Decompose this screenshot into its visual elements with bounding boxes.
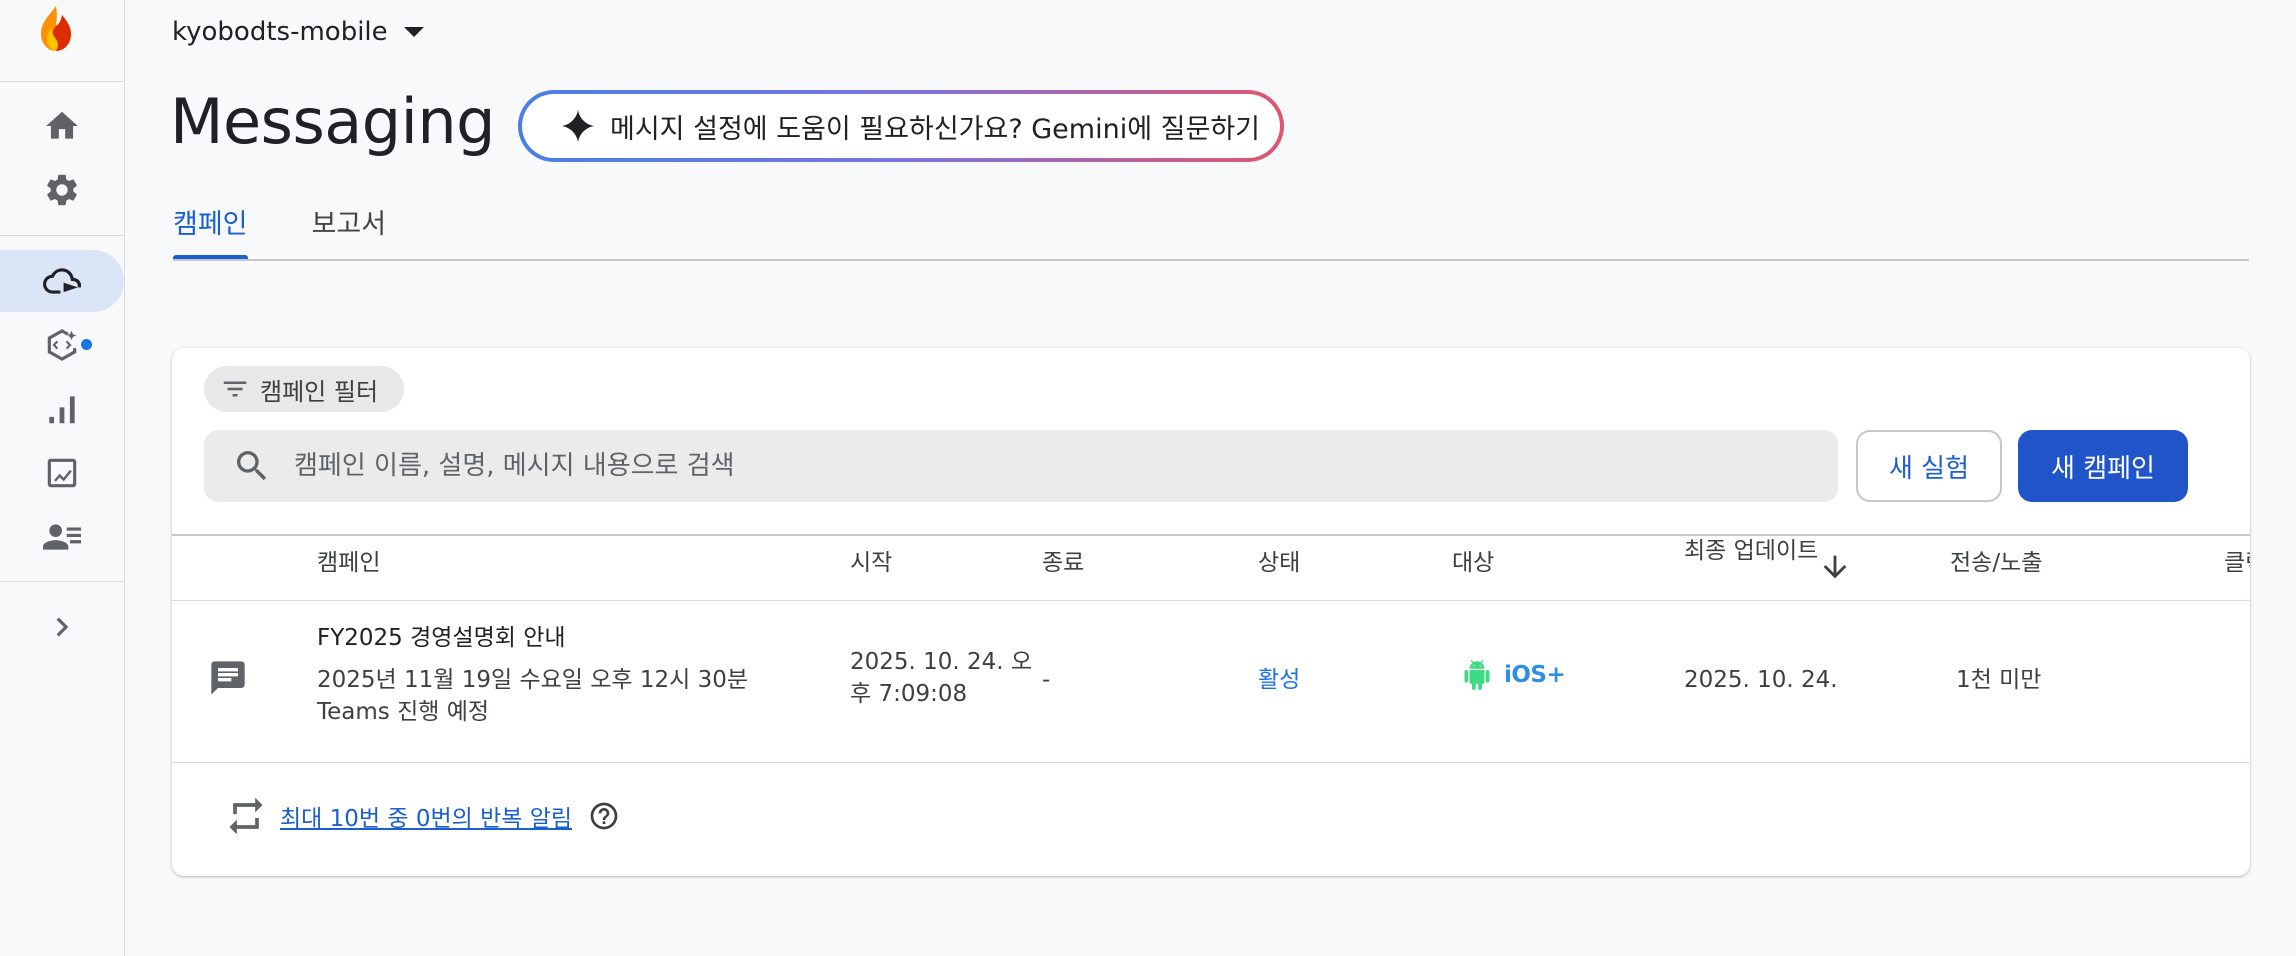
new-campaign-button[interactable]: 새 캠페인 bbox=[2018, 430, 2188, 502]
status-badge: 활성 bbox=[1258, 667, 1301, 693]
repeat-icon bbox=[229, 797, 263, 835]
table-top-border bbox=[172, 534, 2250, 536]
message-icon bbox=[211, 661, 245, 695]
sparkle-icon bbox=[561, 109, 595, 143]
left-nav-rail bbox=[0, 0, 125, 956]
column-header-status[interactable]: 상태 bbox=[1258, 548, 1300, 578]
nav-extensions[interactable] bbox=[0, 314, 124, 376]
home-icon bbox=[46, 111, 78, 139]
column-header-end[interactable]: 종료 bbox=[1042, 548, 1084, 578]
campaign-sent: 1천 미만 bbox=[1956, 667, 2042, 693]
repeat-notification-row: 최대 10번 중 0번의 반복 알림 bbox=[224, 794, 620, 838]
column-header-campaign: 캠페인 bbox=[317, 550, 381, 576]
column-header-sent[interactable]: 전송/노출 bbox=[1950, 548, 2042, 578]
column-header-updated[interactable]: 최종 업데이트 bbox=[1684, 536, 1824, 566]
column-header-start[interactable]: 시작 bbox=[850, 548, 892, 578]
nav-settings[interactable] bbox=[0, 159, 124, 221]
caret-down-icon bbox=[403, 27, 424, 37]
filter-icon bbox=[223, 381, 247, 397]
campaign-filter-label: 캠페인 필터 bbox=[260, 377, 379, 406]
campaign-filter-chip[interactable]: 캠페인 필터 bbox=[204, 366, 404, 412]
nav-divider bbox=[0, 81, 124, 82]
nav-messaging[interactable] bbox=[0, 250, 124, 312]
android-icon bbox=[1464, 660, 1490, 690]
header-divider bbox=[172, 600, 2250, 601]
gear-icon bbox=[47, 174, 77, 206]
person-list-icon bbox=[43, 524, 81, 550]
campaign-start: 2025. 10. 24. 오후 7:09:08 bbox=[850, 649, 1033, 707]
tab-reports[interactable]: 보고서 bbox=[312, 198, 387, 260]
ask-gemini-button-inner: 메시지 설정에 도움이 필요하신가요? Gemini에 질문하기 bbox=[522, 94, 1280, 158]
campaign-description: 2025년 11월 19일 수요일 오후 12시 30분 Teams 진행 예정 bbox=[317, 667, 749, 725]
project-selector[interactable]: kyobodts-mobile bbox=[172, 14, 424, 50]
extensions-icon bbox=[47, 329, 77, 361]
nav-divider bbox=[0, 581, 124, 582]
row-divider bbox=[172, 762, 2250, 763]
notification-dot bbox=[81, 339, 92, 350]
campaign-search-box bbox=[204, 430, 1838, 502]
campaign-name[interactable]: FY2025 경영설명회 안내 bbox=[317, 622, 566, 654]
nav-audiences[interactable] bbox=[0, 506, 124, 568]
ios-label: iOS+ bbox=[1504, 662, 1566, 688]
cloud-send-icon bbox=[43, 268, 81, 294]
ask-gemini-button[interactable]: 메시지 설정에 도움이 필요하신가요? Gemini에 질문하기 bbox=[518, 90, 1284, 162]
firebase-logo-icon[interactable] bbox=[35, 4, 77, 54]
trending-chart-icon bbox=[47, 458, 77, 488]
nav-expand[interactable] bbox=[0, 596, 124, 658]
tab-bar: 캠페인 보고서 bbox=[173, 198, 386, 260]
repeat-notification-link[interactable]: 최대 10번 중 0번의 반복 알림 bbox=[280, 799, 572, 833]
column-header-clicks[interactable]: 클릭 bbox=[2224, 548, 2250, 578]
help-circle-icon[interactable] bbox=[588, 800, 620, 832]
nav-analytics[interactable] bbox=[0, 378, 124, 440]
nav-divider bbox=[0, 235, 124, 236]
search-icon bbox=[237, 451, 267, 481]
campaign-search-input[interactable] bbox=[294, 451, 1694, 481]
bar-chart-icon bbox=[49, 396, 75, 424]
campaign-end: - bbox=[1042, 667, 1051, 693]
column-header-target: 대상 bbox=[1452, 550, 1495, 576]
campaign-target: iOS+ bbox=[1462, 660, 1566, 690]
tab-divider bbox=[173, 259, 2249, 261]
project-name: kyobodts-mobile bbox=[172, 17, 388, 47]
ask-gemini-label: 메시지 설정에 도움이 필요하신가요? Gemini에 질문하기 bbox=[610, 113, 1260, 145]
campaign-updated: 2025. 10. 24. bbox=[1684, 667, 1838, 693]
chevron-right-icon bbox=[56, 617, 69, 637]
sort-descending-icon[interactable] bbox=[1818, 550, 1852, 584]
new-experiment-button[interactable]: 새 실험 bbox=[1856, 430, 2002, 502]
tab-campaigns[interactable]: 캠페인 bbox=[173, 198, 248, 260]
page-title: Messaging bbox=[170, 85, 495, 158]
nav-trends[interactable] bbox=[0, 442, 124, 504]
nav-home[interactable] bbox=[0, 95, 124, 157]
campaign-card: 캠페인 필터 새 실험 새 캠페인 캠페인 시작 종료 상태 대상 최종 업데이… bbox=[172, 348, 2250, 876]
